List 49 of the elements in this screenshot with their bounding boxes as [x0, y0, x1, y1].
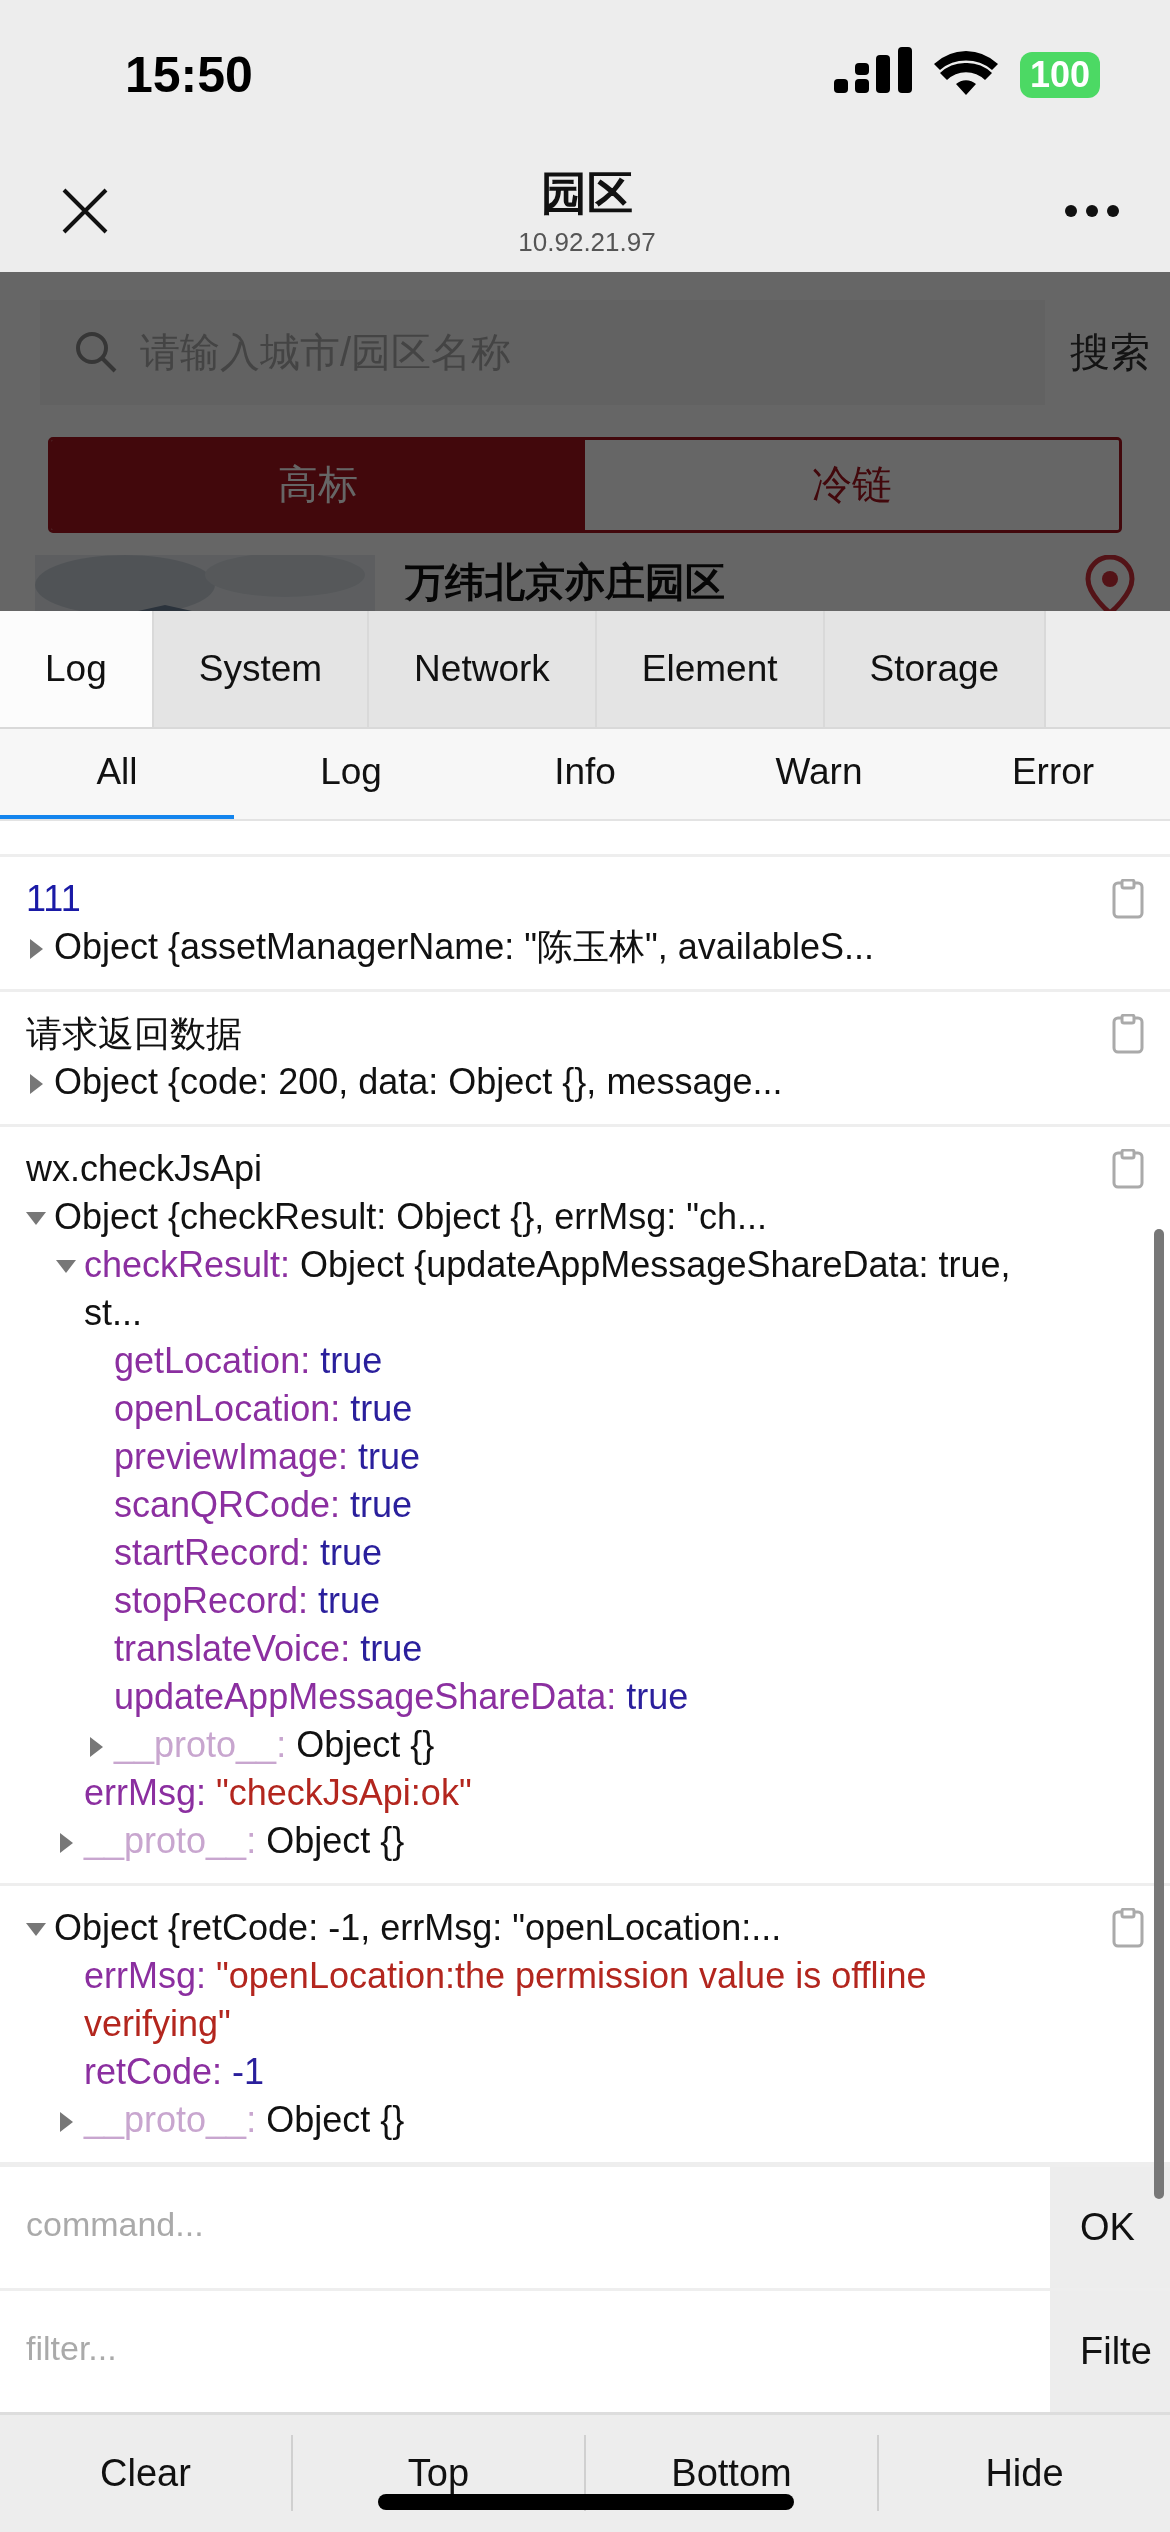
- battery-indicator: 100: [1019, 51, 1100, 98]
- property-line[interactable]: retCode: -1: [84, 2048, 1060, 2096]
- park-title[interactable]: 万纬北京亦庄园区: [405, 554, 1055, 605]
- property-line[interactable]: __proto__: Object {}: [84, 1817, 1060, 1865]
- log-message: 请求返回数据: [26, 1012, 242, 1056]
- log-message: 111: [26, 877, 81, 921]
- object-summary[interactable]: Object {code: 200, data: Object {}, message...: [54, 1058, 1060, 1106]
- apply-filter-button[interactable]: Filte: [1050, 2291, 1170, 2412]
- property-line[interactable]: updateAppMessageShareData: true: [114, 1673, 1060, 1721]
- console-tab[interactable]: Element: [596, 611, 825, 727]
- console-tab[interactable]: System: [153, 611, 370, 727]
- ok-button[interactable]: OK: [1050, 2167, 1170, 2288]
- log-filter-tab[interactable]: All: [0, 729, 234, 819]
- copy-icon[interactable]: [1112, 1149, 1144, 1189]
- property-line[interactable]: stopRecord: true: [114, 1577, 1060, 1625]
- console-tab[interactable]: Storage: [824, 611, 1047, 727]
- property-line[interactable]: __proto__: Object {}: [84, 2096, 1060, 2144]
- console-tab[interactable]: Log: [0, 611, 154, 727]
- location-pin-icon[interactable]: [1085, 554, 1135, 611]
- property-line[interactable]: translateVoice: true: [114, 1625, 1060, 1673]
- log-filter-tab[interactable]: Info: [468, 729, 702, 819]
- property-line[interactable]: errMsg: "openLocation:the permission value is offline verifying": [84, 1952, 1060, 2048]
- copy-icon[interactable]: [1112, 879, 1144, 919]
- status-time: 15:50: [125, 45, 253, 104]
- page-title: 园区: [541, 166, 633, 222]
- property-line[interactable]: startRecord: true: [114, 1529, 1060, 1577]
- property-line[interactable]: openLocation: true: [114, 1385, 1060, 1433]
- toolbar-button[interactable]: Hide: [879, 2435, 1170, 2512]
- property-line[interactable]: getLocation: true: [114, 1337, 1060, 1385]
- log-filter-tab[interactable]: Log: [234, 729, 468, 819]
- property-line[interactable]: errMsg: "checkJsApi:ok": [84, 1769, 1060, 1817]
- property-line[interactable]: previewImage: true: [114, 1433, 1060, 1481]
- copy-icon[interactable]: [1112, 1014, 1144, 1054]
- more-icon[interactable]: [1064, 203, 1120, 218]
- page-address: 10.92.21.97: [518, 227, 656, 259]
- copy-icon[interactable]: [1112, 1908, 1144, 1948]
- property-line[interactable]: checkResult: Object {updateAppMessageShareData: true, st...: [84, 1241, 1060, 1337]
- log-message: wx.checkJsApi: [26, 1147, 263, 1191]
- scrollbar[interactable]: [1154, 1229, 1164, 2199]
- property-line[interactable]: __proto__: Object {}: [114, 1721, 1060, 1769]
- search-icon: [74, 329, 118, 374]
- object-summary[interactable]: Object {checkResult: Object {}, errMsg: "ch...: [54, 1193, 1060, 1241]
- object-summary[interactable]: Object {retCode: -1, errMsg: "openLocation:...: [54, 1904, 1060, 1952]
- toolbar-button[interactable]: Clear: [0, 2435, 293, 2512]
- log-filter-tab[interactable]: Error: [936, 729, 1170, 819]
- console-tab[interactable]: Network: [369, 611, 597, 727]
- property-line[interactable]: scanQRCode: true: [114, 1481, 1060, 1529]
- object-summary[interactable]: Object {assetManagerName: "陈玉林", availableS...: [54, 923, 1060, 971]
- log-filter-tab[interactable]: Warn: [702, 729, 936, 819]
